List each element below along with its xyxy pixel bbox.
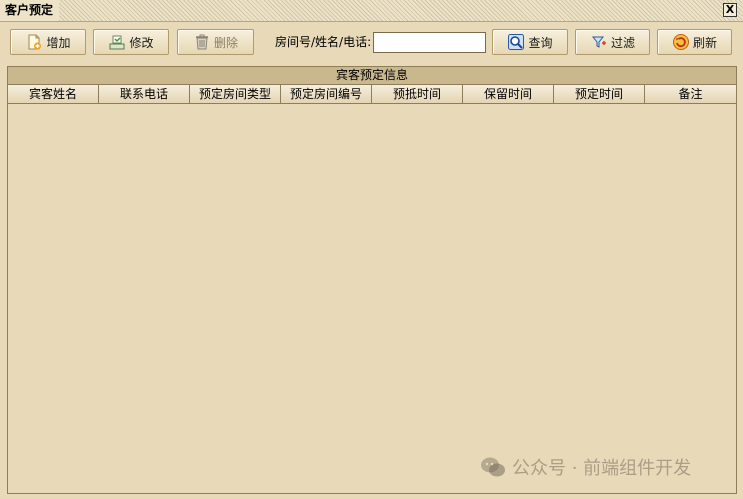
edit-button[interactable]: 修改 — [93, 29, 169, 55]
filter-icon — [590, 33, 608, 51]
add-button-label: 增加 — [46, 35, 71, 50]
query-button[interactable]: 查询 — [492, 29, 568, 55]
column-header-room-number[interactable]: 预定房间编号 — [281, 85, 372, 103]
magnifier-icon — [507, 33, 525, 51]
close-icon[interactable]: X — [723, 3, 737, 17]
window-title: 客户预定 — [0, 0, 60, 21]
column-header-booking-time[interactable]: 预定时间 — [554, 85, 645, 103]
grid-title: 宾客预定信息 — [8, 67, 736, 85]
column-header-phone[interactable]: 联系电话 — [99, 85, 190, 103]
search-input[interactable] — [373, 32, 486, 53]
document-add-icon — [25, 33, 43, 51]
column-header-arrival-time[interactable]: 预抵时间 — [372, 85, 463, 103]
edit-button-label: 修改 — [129, 35, 154, 50]
delete-button[interactable]: 删除 — [177, 29, 254, 55]
refresh-button[interactable]: 刷新 — [657, 29, 732, 55]
grid-header-row: 宾客姓名 联系电话 预定房间类型 预定房间编号 预抵时间 保留时间 预定时间 备… — [8, 85, 736, 104]
grid-body[interactable] — [8, 105, 736, 493]
watermark: 公众号 · 前端组件开发 — [480, 456, 692, 479]
refresh-button-label: 刷新 — [692, 35, 717, 50]
chat-bubble-icon — [480, 456, 506, 478]
toolbar: 增加 修改 删除 房间号/姓名/电话: 查询 过滤 刷新 — [0, 22, 743, 62]
delete-button-label: 删除 — [213, 35, 238, 50]
column-header-remarks[interactable]: 备注 — [645, 85, 736, 103]
trash-icon — [193, 33, 211, 51]
column-header-guest-name[interactable]: 宾客姓名 — [8, 85, 99, 103]
booking-grid: 宾客预定信息 宾客姓名 联系电话 预定房间类型 预定房间编号 预抵时间 保留时间… — [7, 66, 737, 494]
watermark-text: 公众号 · 前端组件开发 — [512, 458, 692, 479]
refresh-icon — [672, 33, 690, 51]
column-header-hold-time[interactable]: 保留时间 — [463, 85, 554, 103]
add-button[interactable]: 增加 — [10, 29, 86, 55]
query-button-label: 查询 — [528, 35, 553, 50]
edit-tray-icon — [108, 33, 126, 51]
column-header-room-type[interactable]: 预定房间类型 — [190, 85, 281, 103]
filter-button[interactable]: 过滤 — [575, 29, 650, 55]
filter-button-label: 过滤 — [610, 35, 635, 50]
search-label: 房间号/姓名/电话: — [275, 35, 372, 49]
title-bar: 客户预定 X — [0, 0, 743, 22]
